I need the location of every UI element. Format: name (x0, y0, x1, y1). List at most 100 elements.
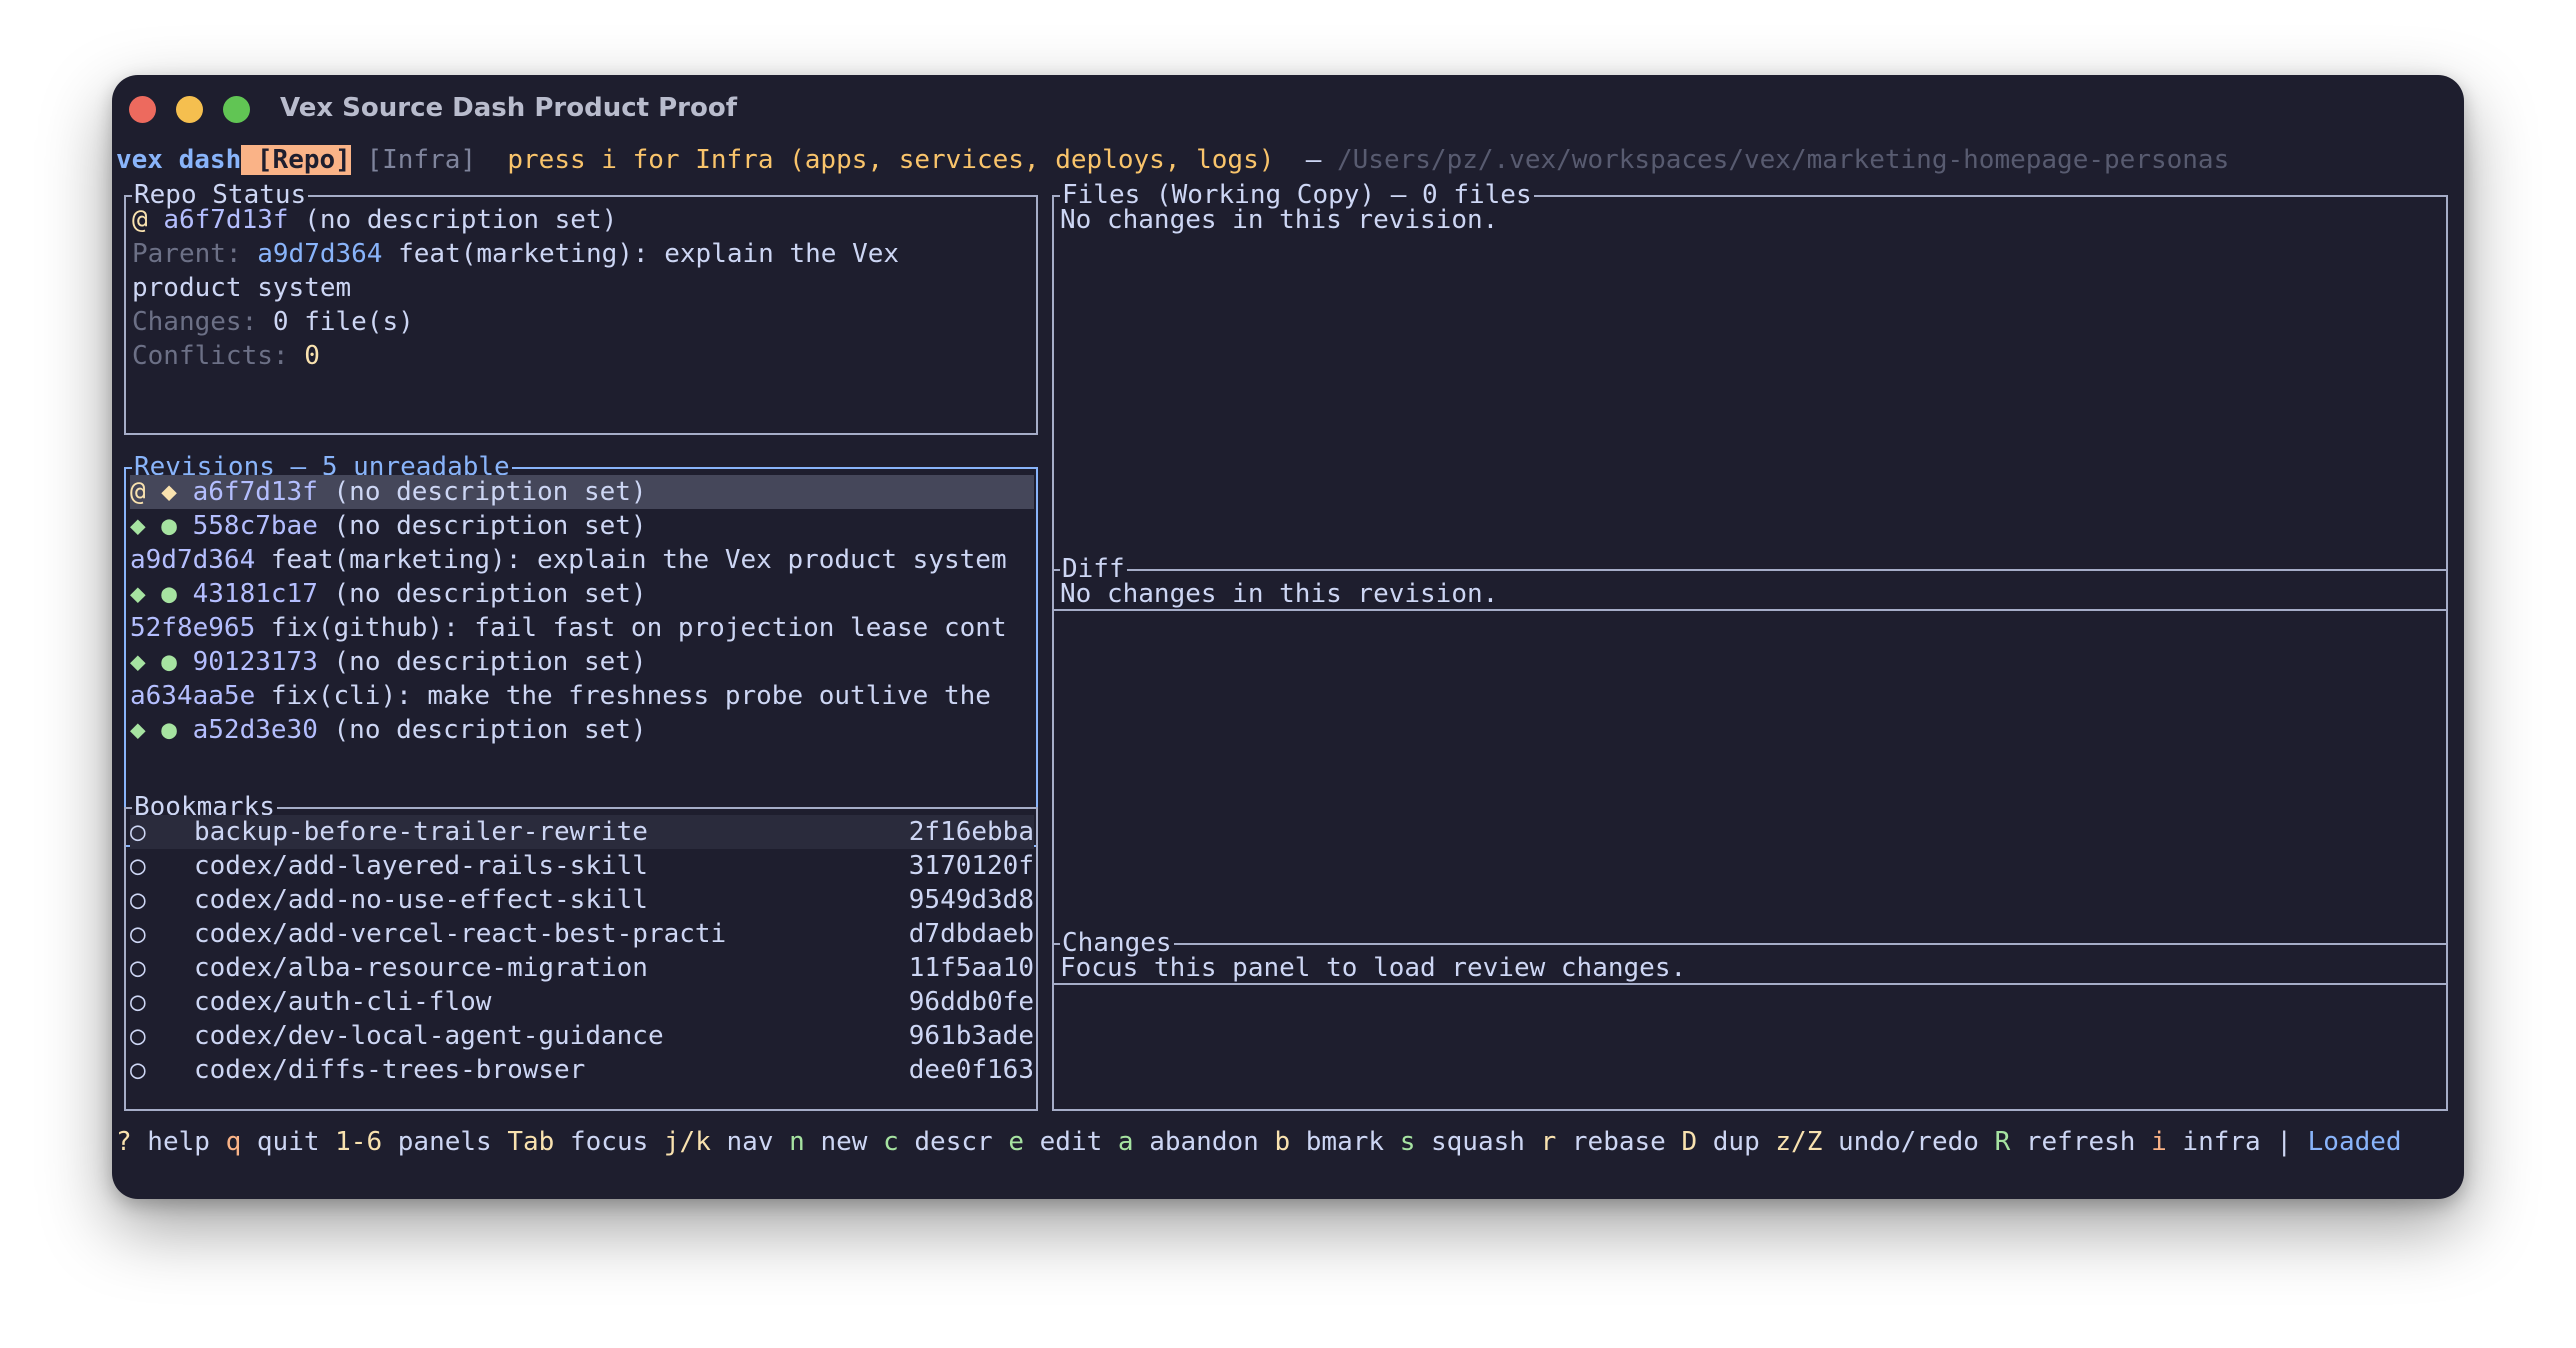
files-panel[interactable]: Files (Working Copy) — 0 files No change… (1052, 178, 2448, 611)
keybind-key: Tab (507, 1127, 555, 1157)
keybind-label: focus (554, 1127, 664, 1157)
keybind-label: rebase (1556, 1127, 1682, 1157)
revision-row[interactable]: a634aa5e fix(cli): make the freshness pr… (130, 679, 1034, 713)
bookmark-name: codex/add-vercel-react-best-practi (194, 919, 727, 949)
repo-status-panel[interactable]: Repo Status @ a6f7d13f (no description s… (124, 178, 1038, 435)
app-name: vex dash (116, 145, 242, 175)
diff-panel[interactable]: Diff No changes in this revision. (1052, 552, 2448, 985)
revision-row[interactable]: a9d7d364 feat(marketing): explain the Ve… (130, 543, 1034, 577)
keybind-key: i (2151, 1127, 2167, 1157)
workspace-path: /Users/pz/.vex/workspaces/vex/marketing-… (1337, 145, 2230, 175)
revision-row[interactable]: 52f8e965 fix(github): fail fast on proje… (130, 611, 1034, 645)
keybind-key: z/Z (1775, 1127, 1823, 1157)
change-description: (no description set) (304, 205, 618, 235)
bookmarks-panel[interactable]: Bookmarks ○ backup-before-trailer-rewrite… (124, 790, 1038, 1111)
status-text: Loaded (2307, 1127, 2402, 1157)
conflicts-value: 0 (304, 341, 320, 371)
revision-description: (no description set) (317, 647, 647, 677)
keybind-label: edit (1023, 1127, 1118, 1157)
revision-row[interactable]: ◆ ● a52d3e30 (no description set) (130, 713, 1034, 747)
bookmark-name: codex/dev-local-agent-guidance (194, 1021, 664, 1051)
bookmark-marker-icon: ○ (130, 1021, 146, 1051)
tab-infra[interactable]: [Infra] (366, 145, 476, 175)
keybind-label: refresh (2010, 1127, 2152, 1157)
bookmark-row[interactable]: ○ codex/add-no-use-effect-skill 9549d3d8 (130, 883, 1034, 917)
revision-id: 52f8e965 (130, 613, 256, 643)
revision-description: feat(marketing): explain the Vex product… (255, 545, 1007, 575)
bookmark-marker-icon: ○ (130, 885, 146, 915)
window-title: Vex Source Dash Product Proof (280, 93, 738, 123)
bookmark-hash: 96ddb0fe (908, 987, 1034, 1017)
keybind-key: q (225, 1127, 242, 1157)
keybind-key: R (1994, 1127, 2011, 1157)
keybind-bar: ? help q quit 1-6 panels Tab focus j/k n… (116, 1125, 2402, 1159)
keybind-label: panels (382, 1127, 508, 1157)
parent-id: a9d7d364 (257, 239, 383, 269)
minimize-button[interactable] (176, 96, 203, 123)
revision-row[interactable]: ◆ ● 558c7bae (no description set) (130, 509, 1034, 543)
revision-id: 90123173 (192, 647, 318, 677)
revision-id: a9d7d364 (130, 545, 256, 575)
bookmark-row[interactable]: ○ codex/diffs-trees-browser dee0f163 (130, 1053, 1034, 1087)
revision-id: a52d3e30 (192, 715, 318, 745)
keybind-key: c (883, 1127, 899, 1157)
bookmark-marker-icon: ○ (130, 817, 146, 847)
bookmark-name: codex/add-no-use-effect-skill (194, 885, 648, 915)
bookmark-row[interactable]: ○ codex/auth-cli-flow 96ddb0fe (130, 985, 1034, 1019)
revision-id: 558c7bae (192, 511, 318, 541)
bookmark-row[interactable]: ○ codex/add-layered-rails-skill 3170120f (130, 849, 1034, 883)
keybind-key: b (1274, 1127, 1291, 1157)
bookmark-row[interactable]: ○ codex/add-vercel-react-best-practi d7dbd… (130, 917, 1034, 951)
revision-graph-marker: ◆ ● (130, 715, 193, 745)
revision-id: 43181c17 (192, 579, 318, 609)
repo-parent: Parent: a9d7d364 feat(marketing): explai… (132, 237, 899, 271)
bookmark-row[interactable]: ○ backup-before-trailer-rewrite 2f16ebba (130, 815, 1034, 849)
revision-row[interactable]: ◆ ● 90123173 (no description set) (130, 645, 1034, 679)
bookmark-marker-icon: ○ (130, 1055, 146, 1085)
parent-description-cont: product system (132, 273, 352, 303)
close-button[interactable] (129, 96, 156, 123)
keybind-label: descr (898, 1127, 1009, 1157)
repo-conflicts: Conflicts: 0 (132, 339, 320, 373)
revision-graph-marker: ◆ ● (130, 647, 193, 677)
tab-repo[interactable]: [Repo] (241, 145, 351, 175)
repo-current-change: @ a6f7d13f (no description set) (132, 203, 617, 237)
keybind-key: s (1399, 1127, 1416, 1157)
parent-label: Parent: (132, 239, 242, 269)
files-body: No changes in this revision. (1060, 205, 1499, 235)
keybind-key: D (1681, 1127, 1698, 1157)
keybind-label: help (131, 1127, 226, 1157)
header-separator: — (1305, 145, 1322, 175)
bookmark-name: codex/alba-resource-migration (194, 953, 648, 983)
revision-description: (no description set) (317, 715, 647, 745)
keybind-key: r (1540, 1127, 1557, 1157)
keybind-label: squash (1415, 1127, 1541, 1157)
keybind-label: infra (2166, 1127, 2277, 1157)
change-id: a6f7d13f (163, 205, 289, 235)
revision-row[interactable]: @ ◆ a6f7d13f (no description set) (130, 475, 1034, 509)
infra-hint: press i for Infra (apps, services, deplo… (507, 145, 1275, 175)
revision-graph-marker: ◆ ● (130, 579, 193, 609)
revision-row[interactable]: ◆ ● 43181c17 (no description set) (130, 577, 1034, 611)
maximize-button[interactable] (223, 96, 250, 123)
keybind-key: j/k (663, 1127, 711, 1157)
bookmark-marker-icon: ○ (130, 987, 146, 1017)
revision-id: a634aa5e (130, 681, 256, 711)
changes-value: 0 file(s) (272, 307, 414, 337)
changes-body: Focus this panel to load review changes. (1060, 953, 1687, 983)
keybind-key: ? (116, 1127, 132, 1157)
revision-graph-marker: ◆ ● (130, 511, 193, 541)
revision-description: (no description set) (317, 579, 647, 609)
bookmark-name: codex/add-layered-rails-skill (194, 851, 648, 881)
keybind-key: e (1008, 1127, 1024, 1157)
bookmark-hash: dee0f163 (908, 1055, 1034, 1085)
header-bar: vex dash [Repo] [Infra] press i for Infr… (116, 143, 2229, 177)
revision-id: a6f7d13f (192, 477, 318, 507)
keybind-label: bmark (1290, 1127, 1400, 1157)
revision-description: fix(cli): make the freshness probe outli… (255, 681, 991, 711)
changes-panel[interactable]: Changes Focus this panel to load review … (1052, 926, 2448, 1111)
bookmark-row[interactable]: ○ codex/alba-resource-migration 11f5aa10 (130, 951, 1034, 985)
diff-body: No changes in this revision. (1060, 579, 1499, 609)
parent-description: feat(marketing): explain the Vex (398, 239, 900, 269)
bookmark-row[interactable]: ○ codex/dev-local-agent-guidance 961b3ade (130, 1019, 1034, 1053)
